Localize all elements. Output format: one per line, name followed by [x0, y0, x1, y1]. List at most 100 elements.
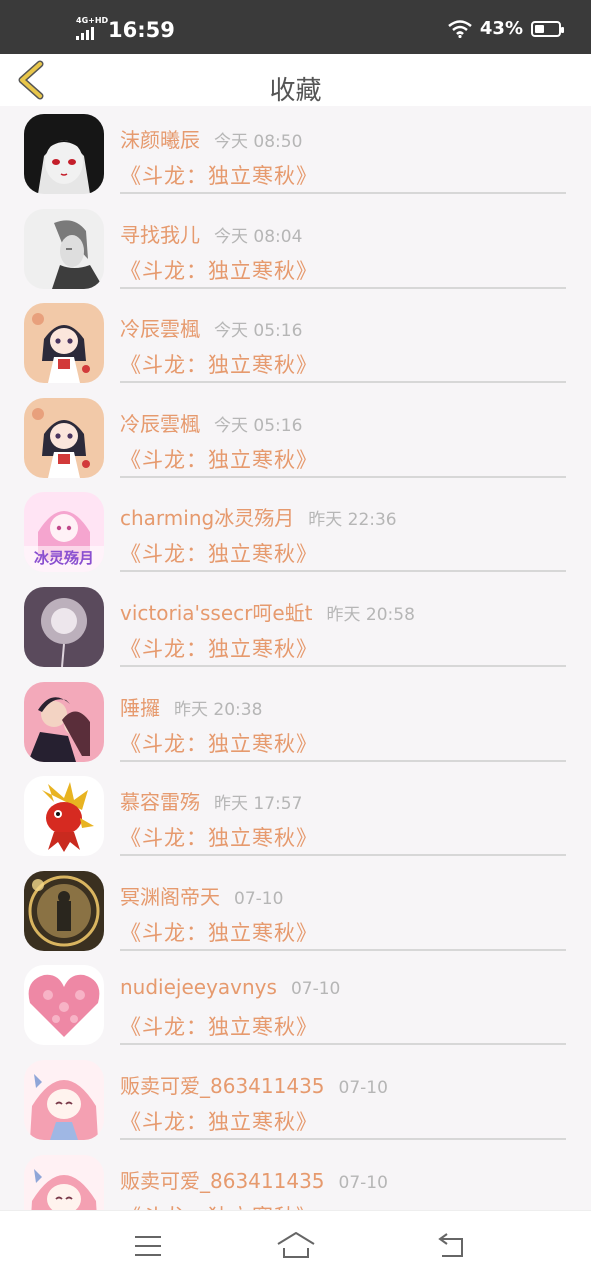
timestamp: 今天 05:16 — [214, 415, 303, 436]
wifi-icon — [448, 19, 472, 38]
network-type: 4G+HD — [76, 16, 109, 25]
favorites-list: 沫颜曦辰 今天 08:50 《斗龙：独立寒秋》 寻找我儿 今天 08:04 《斗龙：独立寒… — [0, 106, 591, 1210]
book-title[interactable]: 《斗龙：独立寒秋》 — [120, 917, 318, 947]
battery-percent: 43% — [479, 18, 523, 39]
book-title[interactable]: 《斗龙：独立寒秋》 — [120, 160, 318, 190]
name-line: 贩卖可爱_863411435 07-10 — [120, 1070, 388, 1099]
avatar[interactable] — [24, 397, 104, 478]
user-name[interactable]: 寻找我儿 — [120, 223, 200, 247]
page-title: 收藏 — [269, 76, 322, 106]
user-name[interactable]: nudiejeeyavnys — [120, 975, 277, 999]
timestamp: 昨天 20:58 — [326, 604, 415, 625]
divider — [120, 570, 566, 573]
avatar[interactable] — [24, 114, 104, 194]
favorite-item[interactable]: victoria'ssecr呵e蚯t 昨天 20:58 《斗龙：独立寒秋》 — [0, 579, 591, 674]
name-line: 沫颜曦辰 今天 08:50 — [120, 124, 302, 153]
favorite-item[interactable]: 沫颜曦辰 今天 08:50 《斗龙：独立寒秋》 — [0, 106, 591, 201]
name-line: 冥渊阁帝天 07-10 — [120, 881, 283, 910]
clock: 16:59 — [108, 18, 175, 42]
divider — [120, 854, 566, 857]
header: 收藏 — [0, 54, 591, 106]
book-title[interactable]: 《斗龙：独立寒秋》 — [120, 822, 318, 852]
favorite-item[interactable]: 陲攞 昨天 20:38 《斗龙：独立寒秋》 — [0, 674, 591, 769]
avatar[interactable] — [24, 681, 104, 762]
name-line: 寻找我儿 今天 08:04 — [120, 219, 302, 248]
avatar[interactable] — [24, 586, 104, 667]
book-title[interactable]: 《斗龙：独立寒秋》 — [120, 1011, 318, 1041]
divider — [120, 664, 566, 667]
avatar[interactable] — [24, 1154, 104, 1210]
avatar[interactable] — [24, 208, 104, 289]
avatar[interactable] — [24, 870, 104, 951]
name-line: 陲攞 昨天 20:38 — [120, 692, 262, 721]
favorite-item[interactable]: 冥渊阁帝天 07-10 《斗龙：独立寒秋》 — [0, 863, 591, 958]
timestamp: 今天 08:04 — [214, 226, 303, 247]
book-title[interactable]: 《斗龙：独立寒秋》 — [120, 1106, 318, 1136]
avatar[interactable] — [24, 965, 104, 1046]
book-title[interactable]: 《斗龙：独立寒秋》 — [120, 633, 318, 663]
name-line: 慕容雷殇 昨天 17:57 — [120, 786, 302, 815]
timestamp: 昨天 20:38 — [174, 699, 263, 720]
name-line: 冷辰雲楓 今天 05:16 — [120, 408, 302, 437]
battery-icon — [531, 20, 564, 37]
timestamp: 07-10 — [338, 1077, 388, 1098]
favorite-item[interactable]: 冷辰雲楓 今天 05:16 《斗龙：独立寒秋》 — [0, 390, 591, 485]
home-button[interactable] — [276, 1229, 316, 1263]
divider — [120, 759, 566, 762]
user-name[interactable]: 沫颜曦辰 — [120, 128, 200, 152]
divider — [120, 286, 566, 289]
user-name[interactable]: 冷辰雲楓 — [120, 317, 200, 341]
user-name[interactable]: 冥渊阁帝天 — [120, 885, 220, 909]
back-icon — [438, 1233, 463, 1257]
avatar[interactable]: 冰灵殇月 — [24, 492, 104, 573]
favorite-item[interactable]: 贩卖可爱_863411435 07-10 《斗龙：独立寒秋》 — [0, 1147, 591, 1210]
name-line: nudiejeeyavnys 07-10 — [120, 975, 340, 999]
home-icon — [277, 1232, 315, 1258]
bottom-nav — [0, 1210, 591, 1281]
favorite-item[interactable]: nudiejeeyavnys 07-10 《斗龙：独立寒秋》 — [0, 957, 591, 1052]
back-nav-button[interactable] — [432, 1229, 472, 1263]
favorite-item[interactable]: 贩卖可爱_863411435 07-10 《斗龙：独立寒秋》 — [0, 1052, 591, 1147]
divider — [120, 1137, 566, 1140]
name-line: 贩卖可爱_863411435 07-10 — [120, 1165, 388, 1194]
timestamp: 今天 08:50 — [214, 132, 303, 152]
menu-icon — [135, 1236, 161, 1256]
divider — [120, 948, 566, 951]
signal-icon: 4G+HD — [76, 16, 108, 40]
avatar-caption: 冰灵殇月 — [33, 549, 94, 568]
avatar[interactable] — [24, 303, 104, 384]
user-name[interactable]: 贩卖可爱_863411435 — [120, 1074, 325, 1098]
user-name[interactable]: 冷辰雲楓 — [120, 412, 200, 436]
book-title[interactable]: 《斗龙：独立寒秋》 — [120, 1201, 318, 1210]
name-line: charming冰灵殇月 昨天 22:36 — [120, 502, 397, 531]
timestamp: 07-10 — [338, 1172, 388, 1193]
timestamp: 昨天 17:57 — [214, 794, 303, 815]
divider — [120, 1043, 566, 1046]
favorite-item[interactable]: 冰灵殇月 charming冰灵殇月 昨天 22:36 《斗龙：独立寒秋》 — [0, 484, 591, 579]
book-title[interactable]: 《斗龙：独立寒秋》 — [120, 255, 318, 285]
avatar[interactable] — [24, 776, 104, 857]
status-right: 43% — [448, 18, 564, 39]
avatar[interactable] — [24, 1059, 104, 1140]
status-bar: 4G+HD 16:59 43% — [0, 0, 591, 54]
favorite-item[interactable]: 寻找我儿 今天 08:04 《斗龙：独立寒秋》 — [0, 201, 591, 296]
book-title[interactable]: 《斗龙：独立寒秋》 — [120, 538, 318, 568]
name-line: victoria'ssecr呵e蚯t 昨天 20:58 — [120, 597, 415, 626]
book-title[interactable]: 《斗龙：独立寒秋》 — [120, 349, 318, 379]
timestamp: 昨天 22:36 — [308, 510, 397, 531]
user-name[interactable]: victoria'ssecr呵e蚯t — [120, 601, 313, 625]
book-title[interactable]: 《斗龙：独立寒秋》 — [120, 728, 318, 758]
favorite-item[interactable]: 慕容雷殇 昨天 17:57 《斗龙：独立寒秋》 — [0, 768, 591, 863]
user-name[interactable]: charming冰灵殇月 — [120, 506, 294, 530]
favorite-item[interactable]: 冷辰雲楓 今天 05:16 《斗龙：独立寒秋》 — [0, 295, 591, 390]
timestamp: 07-10 — [234, 888, 284, 909]
timestamp: 今天 05:16 — [214, 321, 303, 342]
book-title[interactable]: 《斗龙：独立寒秋》 — [120, 444, 318, 474]
divider — [120, 475, 566, 478]
menu-button[interactable] — [128, 1229, 168, 1263]
timestamp: 07-10 — [290, 979, 341, 1000]
divider — [120, 381, 566, 384]
user-name[interactable]: 贩卖可爱_863411435 — [120, 1169, 325, 1193]
user-name[interactable]: 陲攞 — [120, 696, 160, 720]
user-name[interactable]: 慕容雷殇 — [120, 790, 200, 814]
